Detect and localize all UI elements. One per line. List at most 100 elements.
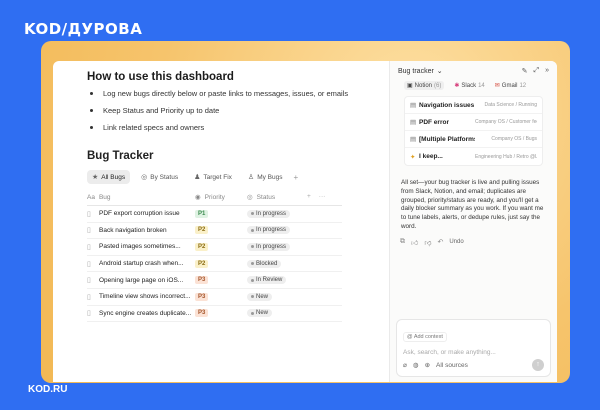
- person-icon: ♟: [194, 174, 201, 181]
- add-view-button[interactable]: +: [293, 173, 298, 182]
- attach-icon[interactable]: ⌀: [403, 361, 407, 369]
- search-results: ▤ Navigation issues Data Science / Running…: [404, 96, 543, 166]
- sparkle-icon: ✦: [410, 153, 416, 161]
- notion-icon: ▣: [407, 83, 413, 89]
- bug-title: Timeline view shows incorrect...: [99, 293, 191, 301]
- status-icon: ◎: [141, 174, 148, 181]
- howto-item: Keep Status and Priority up to date: [87, 106, 371, 115]
- chevron-down-icon: ⌄: [436, 68, 443, 75]
- select-icon: ◉: [195, 194, 201, 201]
- bug-title: Back navigation broken: [99, 226, 167, 234]
- priority-badge: P3: [195, 276, 209, 285]
- chat-composer: @ Add context Ask, search, or make anyth…: [396, 319, 551, 377]
- bug-title: Opening large page on iOS...: [99, 276, 184, 284]
- bug-title: Sync engine creates duplicate...: [99, 309, 192, 317]
- column-bug[interactable]: Aa Bug: [87, 193, 195, 201]
- priority-badge: P2: [195, 259, 209, 268]
- text-icon: Aa: [87, 193, 95, 201]
- send-button[interactable]: ↑: [532, 359, 544, 371]
- app-window: How to use this dashboard Log new bugs d…: [53, 61, 557, 382]
- priority-badge: P3: [195, 309, 209, 318]
- priority-badge: P2: [195, 226, 209, 235]
- tracker-title: Bug Tracker: [87, 150, 154, 162]
- ai-mode-icon[interactable]: ◍: [413, 361, 419, 369]
- priority-badge: P2: [195, 242, 209, 251]
- status-badge: In progress: [247, 209, 291, 218]
- column-label: Status: [256, 193, 276, 201]
- column-extras: + ···: [307, 193, 325, 201]
- document-icon: ▯: [87, 277, 91, 285]
- main-content: How to use this dashboard Log new bugs d…: [53, 61, 389, 382]
- status-icon: ◎: [247, 194, 253, 201]
- document-icon: ▯: [87, 243, 91, 251]
- document-icon: ▯: [87, 227, 91, 235]
- chat-input[interactable]: Ask, search, or make anything...: [403, 349, 544, 356]
- source-notion[interactable]: ▣ Notion (6): [404, 81, 445, 90]
- undo-icon[interactable]: ↶: [437, 238, 443, 246]
- table-row[interactable]: ▯ Opening large page on iOS... P3 In Revi…: [87, 272, 342, 289]
- all-sources-selector[interactable]: All sources: [436, 362, 468, 369]
- add-context-button[interactable]: @ Add context: [403, 332, 447, 342]
- column-label: Bug: [98, 193, 111, 201]
- star-icon: ★: [92, 174, 99, 181]
- copy-icon[interactable]: ⧉: [400, 238, 405, 246]
- table-row[interactable]: ▯ PDF export corruption issue P1 In progr…: [87, 206, 342, 223]
- tab-my-bugs[interactable]: ♙ My Bugs: [243, 170, 288, 184]
- status-badge: In Review: [247, 276, 287, 285]
- column-status[interactable]: ◎ Status: [247, 193, 307, 202]
- howto-list: Log new bugs directly below or paste lin…: [87, 89, 371, 132]
- status-badge: Blocked: [247, 259, 282, 268]
- howto-title: How to use this dashboard: [87, 71, 234, 83]
- column-label: Priority: [204, 193, 225, 201]
- result-item[interactable]: ▤[Multiple Platforms][...Company OS / Bu…: [405, 131, 542, 148]
- priority-badge: P3: [195, 292, 209, 301]
- source-filters: ▣ Notion (6) ✱ Slack 14 ✉ Gmail 12: [390, 79, 557, 96]
- howto-item: Log new bugs directly below or paste lin…: [87, 89, 371, 98]
- brand-footer: KOD.RU: [28, 384, 68, 395]
- composer-toolbar: ⌀ ◍ ⊕ All sources ↑: [403, 359, 544, 371]
- result-item[interactable]: ▤PDF errorCompany OS / Customer feedback: [405, 114, 542, 131]
- thumbs-up-icon[interactable]: 👍︎: [411, 238, 418, 247]
- more-options-button[interactable]: ···: [319, 193, 326, 201]
- tab-by-status[interactable]: ◎ By Status: [136, 170, 183, 184]
- tab-all-bugs[interactable]: ★ All Bugs: [87, 170, 131, 184]
- view-tabs: ★ All Bugs ◎ By Status ♟ Target Fix ♙ My Bug…: [87, 170, 371, 184]
- page-icon: ▤: [410, 119, 417, 126]
- result-item[interactable]: ▤ Navigation issues Data Science / Running: [405, 97, 542, 114]
- brand-logo: KOD/ДУРОВА: [24, 20, 143, 38]
- assistant-message: All set—your bug tracker is live and pul…: [401, 179, 544, 230]
- table-row[interactable]: ▯ Pasted images sometimes... P2 In progre…: [87, 239, 342, 256]
- panel-title: Bug tracker: [398, 67, 434, 75]
- source-gmail[interactable]: ✉ Gmail 12: [495, 81, 526, 90]
- expand-icon[interactable]: ⤢: [533, 67, 539, 75]
- tab-label: All Bugs: [101, 173, 126, 181]
- document-icon: ▯: [87, 210, 91, 218]
- table-row[interactable]: ▯ Android startup crash when... P2 Blocke…: [87, 256, 342, 273]
- column-priority[interactable]: ◉ Priority: [195, 193, 247, 202]
- panel-title-dropdown[interactable]: Bug tracker ⌄: [398, 67, 443, 76]
- bug-title: Android startup crash when...: [99, 260, 184, 268]
- page-icon: ▤: [410, 102, 417, 109]
- collapse-panel-icon[interactable]: »: [545, 67, 549, 75]
- ai-side-panel: Bug tracker ⌄ ✎ ⤢ » ▣ Notion (6) ✱ Slack 14 ✉…: [389, 61, 557, 382]
- tab-target-fix[interactable]: ♟ Target Fix: [189, 170, 237, 184]
- source-slack[interactable]: ✱ Slack 14: [454, 81, 484, 90]
- document-icon: ▯: [87, 293, 91, 301]
- priority-badge: P1: [195, 209, 209, 218]
- tab-label: My Bugs: [257, 173, 283, 181]
- add-column-button[interactable]: +: [307, 193, 311, 201]
- table-row[interactable]: ▯ Sync engine creates duplicate... P3 New: [87, 306, 342, 323]
- status-badge: In progress: [247, 226, 291, 235]
- bug-table: Aa Bug ◉ Priority ◎ Status + ··· ▯ PDF expor…: [87, 190, 342, 323]
- user-icon: ♙: [247, 174, 255, 181]
- undo-button[interactable]: Undo: [449, 239, 463, 245]
- thumbs-down-icon[interactable]: 👎︎: [424, 238, 431, 247]
- table-row[interactable]: ▯ Back navigation broken P2 In progress: [87, 223, 342, 240]
- result-item[interactable]: ✦I keep...Engineering Hub / Retro @Last …: [405, 148, 542, 165]
- bug-title: PDF export corruption issue: [99, 210, 180, 218]
- table-row[interactable]: ▯ Timeline view shows incorrect... P3 New: [87, 289, 342, 306]
- howto-item: Link related specs and owners: [87, 123, 371, 132]
- tab-label: By Status: [150, 173, 179, 181]
- compose-icon[interactable]: ✎: [522, 67, 528, 75]
- panel-actions: ✎ ⤢ »: [522, 67, 549, 75]
